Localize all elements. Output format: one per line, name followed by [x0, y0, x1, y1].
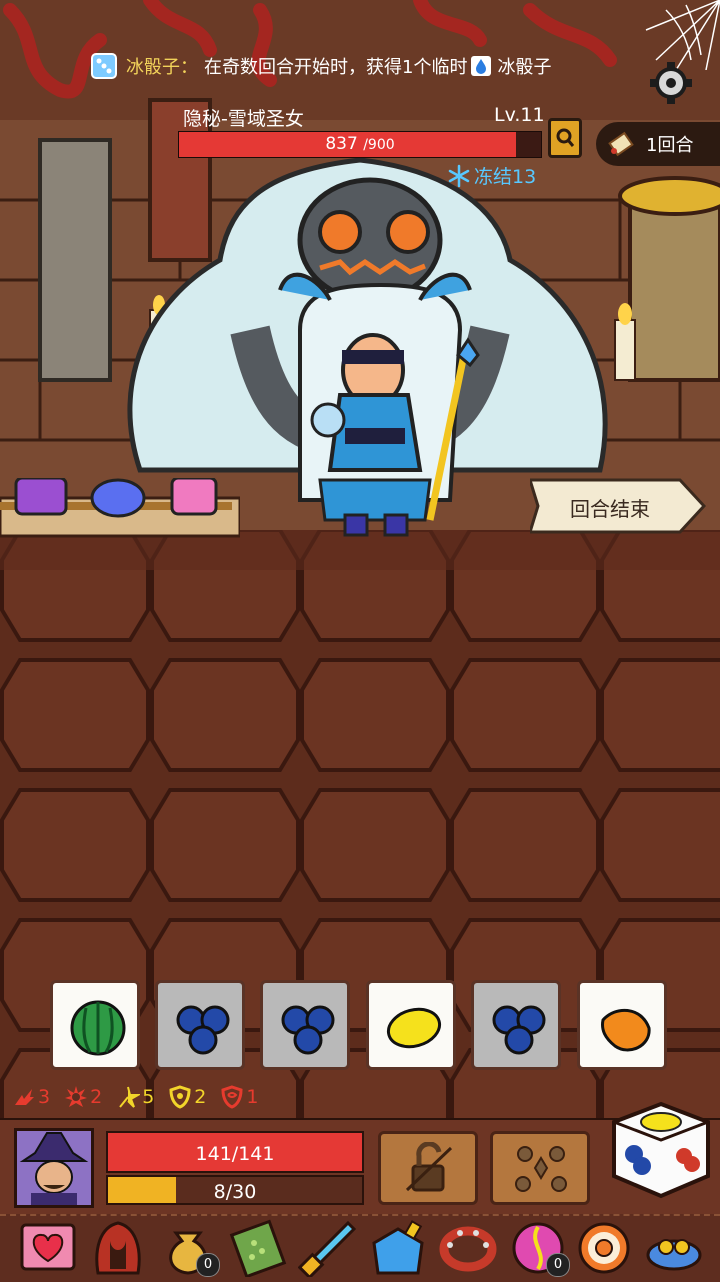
- status-effects: 3 2 5 2 1: [12, 1084, 272, 1110]
- magic-orb-count: 0: [546, 1253, 570, 1277]
- enemy-hp-text: 837 /900: [179, 134, 541, 154]
- status-rage-value: 3: [38, 1086, 51, 1108]
- end-turn-button[interactable]: 回合结束: [530, 476, 706, 536]
- blue-potion-bottle-icon[interactable]: [90, 478, 146, 518]
- player-xp-bar: 8/30: [106, 1175, 364, 1205]
- die-orange[interactable]: [577, 980, 667, 1070]
- player-xp-text: 8/30: [213, 1181, 257, 1203]
- die-blueberry-3[interactable]: [471, 980, 561, 1070]
- notice-text: 在奇数回合开始时，获得1个临时: [204, 57, 468, 78]
- blueberry-icon: [492, 1005, 546, 1055]
- heart-card-icon[interactable]: [18, 1219, 78, 1277]
- notice-tail: 冰骰子: [497, 57, 552, 78]
- status-rage[interactable]: 3: [12, 1085, 50, 1109]
- status-spark[interactable]: 5: [116, 1085, 154, 1109]
- shield-icon: [169, 1085, 191, 1109]
- enemy-name: 隐秘-雪域圣女: [183, 108, 304, 130]
- shattered-skill-icon: [515, 1146, 567, 1192]
- status-burst[interactable]: 2: [64, 1085, 102, 1109]
- purple-potion-icon[interactable]: [14, 478, 68, 516]
- snowflake-icon: [448, 164, 470, 187]
- watermelon-icon: [70, 1000, 126, 1056]
- player-hp-text: 141/141: [195, 1143, 275, 1165]
- freeze-label: 冻结13: [474, 166, 537, 188]
- locked-skill-slot[interactable]: [378, 1131, 478, 1205]
- broken-lock-icon: [405, 1142, 453, 1192]
- blueberry-icon: [176, 1005, 230, 1055]
- armor-icon: [221, 1085, 243, 1109]
- enemy-hp-bar: 837 /900: [178, 131, 542, 158]
- spark-icon: [119, 1086, 141, 1108]
- rage-icon: [15, 1089, 34, 1105]
- status-armor[interactable]: 1: [220, 1085, 258, 1109]
- enemy-hp-max: /900: [363, 137, 395, 153]
- round-label: 1回合: [646, 135, 694, 156]
- die-blueberry-1[interactable]: [155, 980, 245, 1070]
- settings-gear-icon[interactable]: [648, 60, 694, 106]
- roll-dice-button[interactable]: [608, 1100, 714, 1200]
- orange-icon: [601, 1008, 651, 1052]
- enemy-info-book-icon[interactable]: [548, 118, 582, 158]
- notice-dice-name: 冰骰子：: [126, 57, 198, 78]
- enemy-level: Lv.11: [494, 104, 545, 126]
- player-hp-bar: 141/141: [106, 1131, 364, 1173]
- burst-icon: [65, 1086, 88, 1107]
- potion-shelf: [0, 478, 240, 538]
- blue-potion-icon[interactable]: [368, 1219, 428, 1277]
- money-bag-count: 0: [196, 1253, 220, 1277]
- green-scroll-icon[interactable]: [228, 1219, 288, 1277]
- player-avatar[interactable]: [14, 1128, 94, 1208]
- enemy-hp-current: 837: [325, 134, 358, 154]
- die-blueberry-2[interactable]: [260, 980, 350, 1070]
- freeze-status: 冻结13: [447, 162, 536, 189]
- donut-icon[interactable]: [574, 1219, 634, 1277]
- die-lemon[interactable]: [366, 980, 456, 1070]
- status-shield[interactable]: 2: [168, 1085, 206, 1109]
- pink-potion-icon[interactable]: [170, 478, 218, 516]
- scroll-icon: [608, 131, 634, 157]
- magic-orb-item[interactable]: 0: [508, 1219, 570, 1277]
- lemon-icon: [386, 1007, 442, 1049]
- status-spark-value: 5: [142, 1086, 155, 1108]
- dice-row: [50, 980, 670, 1072]
- crystal-sword-icon[interactable]: [298, 1219, 358, 1277]
- status-armor-value: 1: [246, 1086, 259, 1108]
- money-bag-item[interactable]: 0: [158, 1219, 220, 1277]
- blueberry-icon: [281, 1005, 335, 1055]
- locked-skill-slot-2[interactable]: [490, 1131, 590, 1205]
- end-turn-label: 回合结束: [570, 497, 650, 521]
- ice-dice-icon: [91, 53, 117, 79]
- status-shield-value: 2: [194, 1086, 207, 1108]
- spiked-collar-icon[interactable]: [438, 1219, 498, 1277]
- notification-bar: 冰骰子： 在奇数回合开始时，获得1个临时 冰骰子: [90, 46, 620, 86]
- round-counter: 1回合: [596, 122, 720, 166]
- status-burst-value: 2: [90, 1086, 103, 1108]
- hood-icon[interactable]: [88, 1219, 148, 1277]
- die-watermelon[interactable]: [50, 980, 140, 1070]
- water-drop-icon: [471, 56, 492, 76]
- gem-cap-icon[interactable]: [644, 1219, 704, 1277]
